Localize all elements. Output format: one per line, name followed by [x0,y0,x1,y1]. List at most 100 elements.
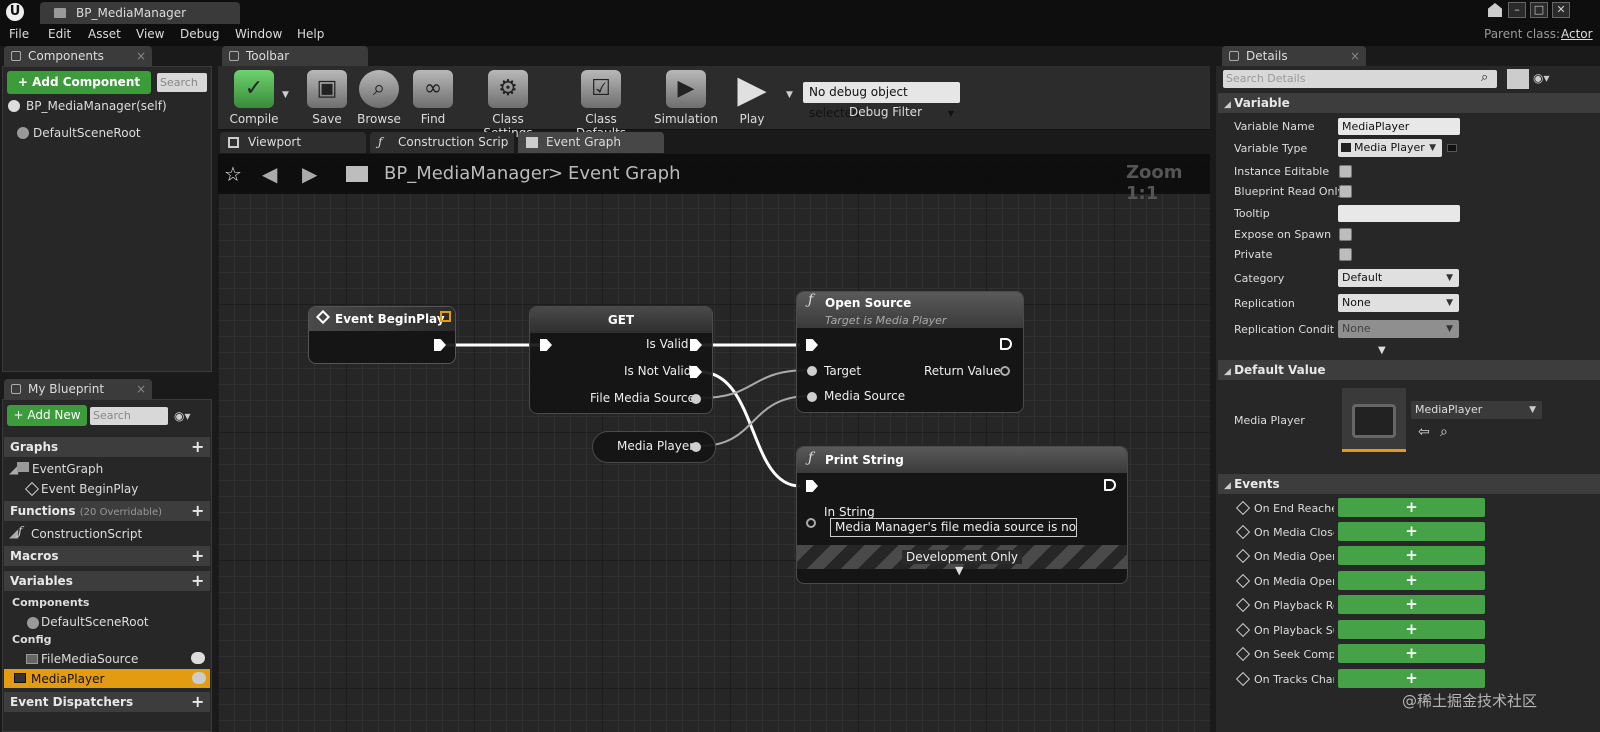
use-selected-arrow-icon[interactable]: ⇦ [1418,424,1430,440]
add-on-playback-resumed-button[interactable]: + [1338,595,1485,614]
add-macro-button[interactable]: + [191,546,204,565]
variable-section-header[interactable]: ◢ Variable [1218,93,1600,113]
tab-my-blueprint[interactable]: My Blueprint × [4,379,152,399]
class-settings-button[interactable]: ⚙Class Settings [468,68,548,140]
functions-section-header[interactable]: Functions (20 Overridable) [4,501,210,521]
media-source-pin[interactable] [807,392,817,402]
tab-viewport[interactable]: Viewport [220,132,366,153]
replication-select[interactable]: None ▼ [1338,294,1459,312]
debug-object-select[interactable]: No debug object selected ▼ [803,82,960,120]
play-button[interactable]: ▶ Play [714,68,790,128]
menu-window[interactable]: Window [235,27,282,41]
events-section-header[interactable]: ◢ Events [1218,474,1600,494]
macros-section-header[interactable]: Macros [4,546,210,566]
instance-editable-checkbox[interactable] [1339,165,1352,178]
compile-button[interactable]: ✓ Compile [216,68,292,128]
event-dispatchers-section-header[interactable]: Event Dispatchers [4,692,210,712]
media-player-thumbnail[interactable] [1342,388,1406,452]
target-pin[interactable] [807,366,817,376]
menu-file[interactable]: File [9,27,29,41]
media-player-asset-select[interactable]: MediaPlayer ▼ [1411,401,1542,419]
object-out-pin[interactable] [691,442,701,452]
tab-components[interactable]: Components × [4,46,152,66]
private-checkbox[interactable] [1339,248,1352,261]
class-defaults-button[interactable]: ☑Class Defaults [559,68,643,140]
add-component-button[interactable]: + Add Component [7,71,151,94]
simulation-button[interactable]: ▶ Simulation [648,68,724,128]
add-on-media-open-failed-button[interactable]: + [1338,571,1485,590]
compile-options-dropdown[interactable]: ▼ [282,90,289,100]
in-string-pin[interactable] [806,518,816,528]
in-string-input[interactable]: Media Manager's file media source is not… [830,518,1077,537]
menu-help[interactable]: Help [297,27,324,41]
collapse-arrow-icon[interactable]: ◢ [9,526,18,540]
advanced-expand-arrow-icon[interactable]: ▼ [1378,345,1386,356]
config-category[interactable]: Config [12,633,52,646]
event-graph-canvas[interactable]: ☆ ◀ ▶ BP_MediaManager > Event Graph Zoom… [218,154,1210,732]
variable-default-scene-root[interactable]: DefaultSceneRoot [41,615,149,629]
return-value-pin[interactable] [1000,366,1010,376]
add-on-tracks-changed-button[interactable]: + [1338,669,1485,688]
visibility-eye-icon[interactable] [192,672,206,684]
add-on-seek-completed-button[interactable]: + [1338,644,1485,663]
exec-out-pin[interactable] [1104,479,1116,491]
function-construction-script[interactable]: ConstructionScript [31,527,142,541]
component-default-scene-root[interactable]: DefaultSceneRoot [33,126,141,140]
variables-section-header[interactable]: Variables [4,571,210,591]
category-select[interactable]: Default ▼ [1338,269,1459,287]
tab-event-graph[interactable]: Event Graph [518,132,664,153]
menu-asset[interactable]: Asset [88,27,121,41]
tab-details[interactable]: Details × [1222,46,1366,66]
browse-to-asset-icon[interactable]: ⌕ [1440,424,1448,440]
exec-out-pin[interactable] [1000,338,1012,350]
default-value-section-header[interactable]: ◢ Default Value [1218,360,1600,380]
maximize-icon[interactable]: □ [1530,2,1548,18]
add-on-end-reached-button[interactable]: + [1338,498,1485,517]
node-event-beginplay[interactable]: Event BeginPlay [308,306,456,364]
delegate-pin-icon[interactable] [440,311,451,322]
graphs-section-header[interactable]: Graphs [4,437,210,457]
add-on-media-opened-button[interactable]: + [1338,546,1485,565]
object-out-pin[interactable] [691,394,701,404]
tab-construction-script[interactable]: ƒ Construction Scrip [370,132,514,153]
property-matrix-icon[interactable] [1507,69,1529,89]
parent-class-link[interactable]: Actor [1561,27,1593,41]
menu-edit[interactable]: Edit [48,27,71,41]
add-graph-button[interactable]: + [191,437,204,456]
components-search-input[interactable]: Search [157,73,207,92]
document-tab[interactable]: BP_MediaManager [40,2,240,24]
add-new-button[interactable]: + Add New [7,405,87,426]
my-blueprint-search-input[interactable]: Search [90,407,168,425]
menu-debug[interactable]: Debug [180,27,219,41]
add-variable-button[interactable]: + [191,571,204,590]
variable-type-select[interactable]: Media Player ▼ [1338,139,1442,157]
close-icon[interactable]: × [136,379,146,399]
component-self[interactable]: BP_MediaManager(self) [26,99,167,113]
eye-icon[interactable]: ◉▾ [174,409,191,423]
play-options-dropdown[interactable]: ▼ [786,90,793,100]
add-on-playback-suspended-button[interactable]: + [1338,620,1485,639]
menu-view[interactable]: View [136,27,164,41]
graph-event-graph[interactable]: EventGraph [32,462,103,476]
tooltip-input[interactable] [1338,205,1460,222]
blueprint-read-only-checkbox[interactable] [1339,185,1352,198]
add-event-dispatcher-button[interactable]: + [191,692,204,711]
components-category[interactable]: Components [12,596,89,609]
eye-icon[interactable]: ◉▾ [1533,71,1550,85]
visibility-eye-icon[interactable] [191,652,205,664]
close-icon[interactable]: × [1350,46,1360,66]
find-button[interactable]: ∞ Find [395,68,471,128]
add-on-media-closed-button[interactable]: + [1338,522,1485,541]
expand-node-arrow-icon[interactable]: ▼ [955,564,963,577]
add-function-button[interactable]: + [191,501,204,520]
minimize-icon[interactable]: – [1508,2,1526,18]
container-type-icon[interactable] [1447,144,1457,152]
close-icon[interactable]: × [136,46,146,66]
variable-file-media-source[interactable]: FileMediaSource [41,652,138,666]
event-beginplay-item[interactable]: Event BeginPlay [41,482,138,496]
expose-on-spawn-checkbox[interactable] [1339,228,1352,241]
tab-toolbar[interactable]: Toolbar [222,46,368,66]
variable-media-player[interactable]: MediaPlayer [31,672,104,686]
variable-name-input[interactable]: MediaPlayer [1338,118,1460,135]
close-icon[interactable]: ✕ [1552,2,1570,18]
